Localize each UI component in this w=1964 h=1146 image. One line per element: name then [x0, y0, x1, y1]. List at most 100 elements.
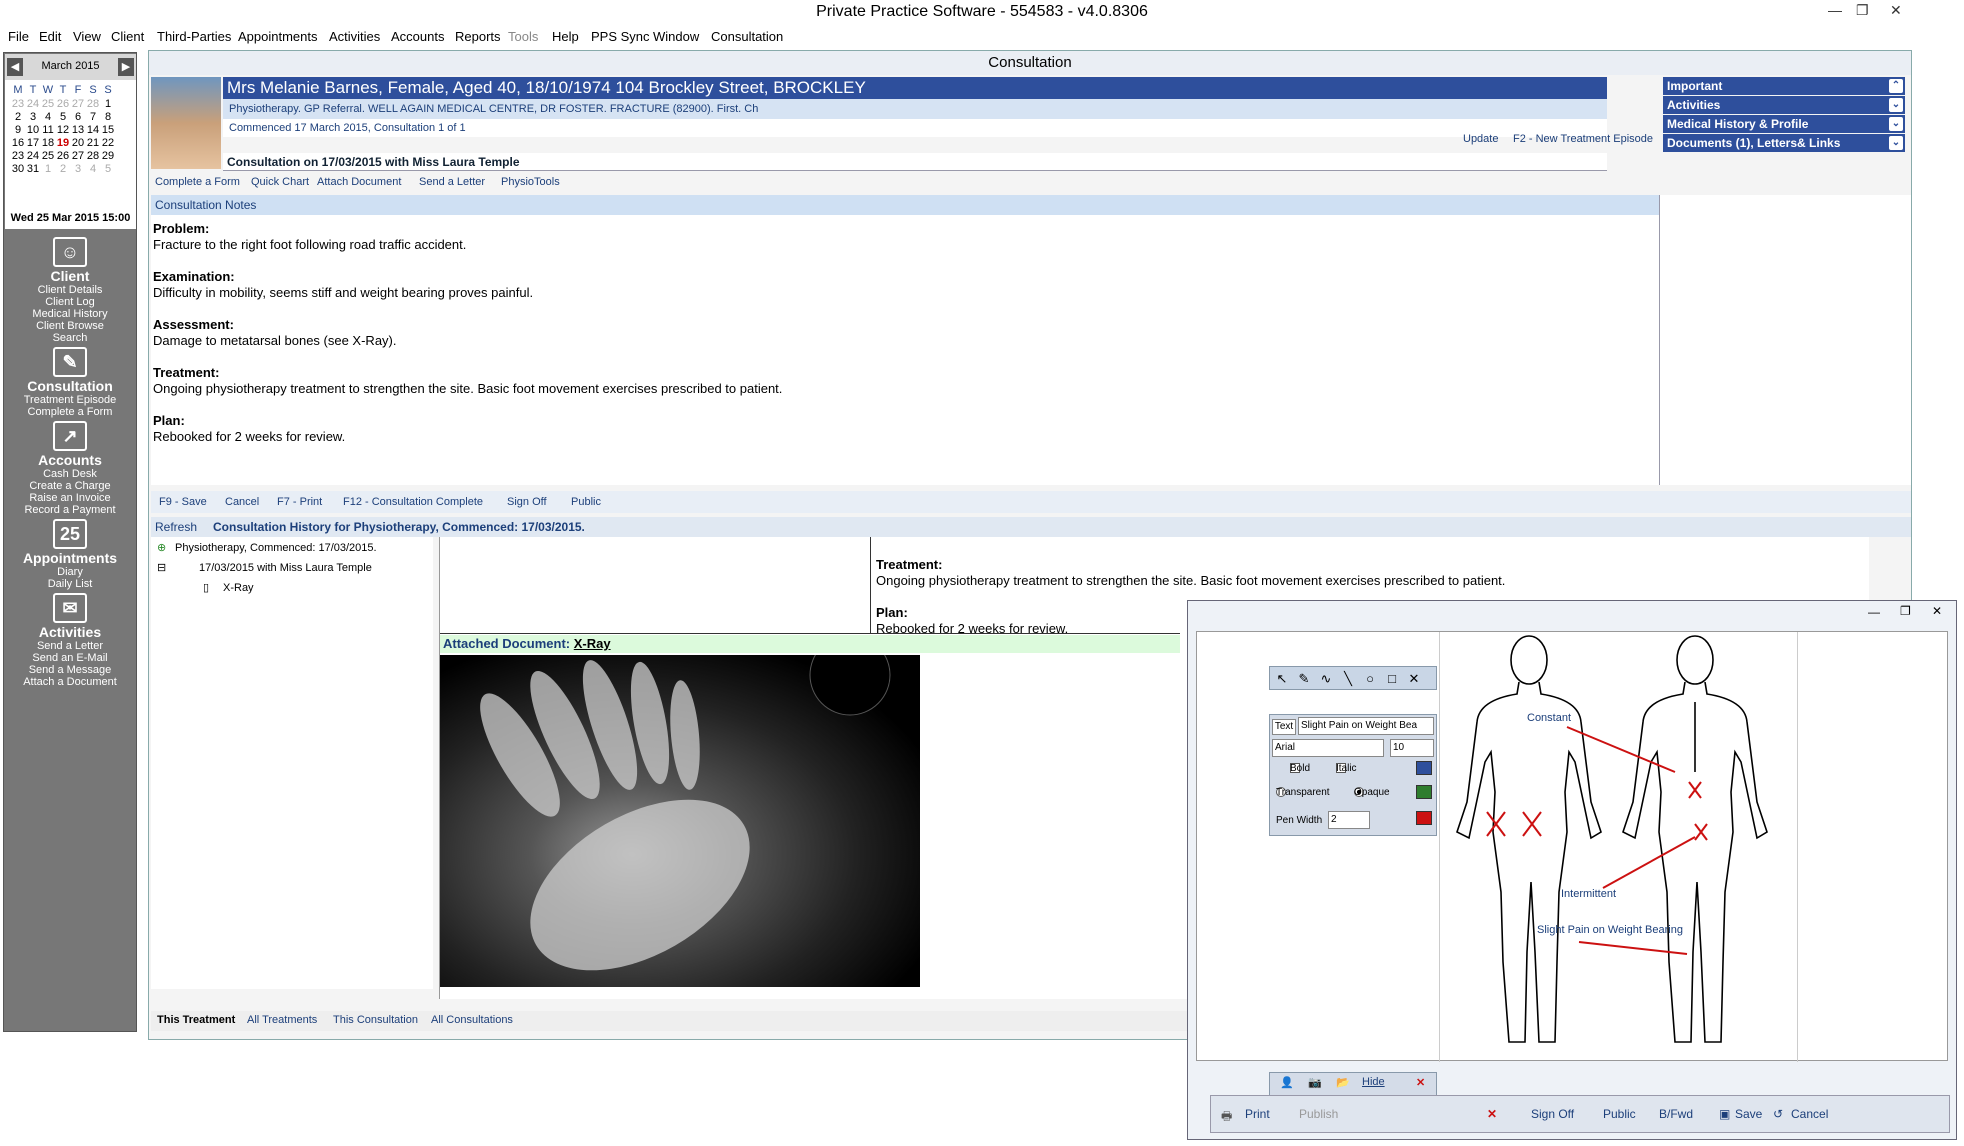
person-icon[interactable]: 👤	[1280, 1076, 1294, 1089]
freehand-icon[interactable]: ∿	[1316, 669, 1336, 689]
panel-documents[interactable]: Documents (1), Letters& Links ⌄	[1663, 134, 1905, 152]
close-icon[interactable]: ✕	[1890, 2, 1902, 19]
menu-window[interactable]: Window	[653, 29, 699, 44]
nav-client-browse[interactable]: Client Browse	[4, 320, 136, 332]
nav-client-log[interactable]: Client Log	[4, 296, 136, 308]
nav-client-title[interactable]: Client	[4, 268, 136, 284]
nav-activities[interactable]: ✉ Activities Send a Letter Send an E-Mai…	[4, 593, 136, 688]
public-button[interactable]: Public	[571, 496, 601, 508]
calendar-day[interactable]: 22	[99, 137, 117, 149]
tab-all-treatments[interactable]: All Treatments	[247, 1014, 317, 1026]
tree-episode[interactable]: Physiotherapy, Commenced: 17/03/2015.	[175, 542, 377, 554]
consultation-complete-button[interactable]: F12 - Consultation Complete	[343, 496, 483, 508]
bfwd-button[interactable]: B/Fwd	[1659, 1107, 1693, 1121]
menu-view[interactable]: View	[73, 29, 101, 44]
chevron-down-icon[interactable]: ⌄	[1889, 98, 1903, 112]
nav-appointments[interactable]: 25 Appointments Diary Daily List	[4, 519, 136, 590]
sign-off-button[interactable]: Sign Off	[1531, 1107, 1574, 1121]
annotation-constant[interactable]: Constant	[1527, 712, 1571, 724]
nav-create-charge[interactable]: Create a Charge	[4, 480, 136, 492]
cross-icon[interactable]: ✕	[1404, 669, 1424, 689]
discard-icon[interactable]: ✕	[1487, 1107, 1497, 1121]
calendar-day[interactable]: 29	[99, 150, 117, 162]
prev-month-icon[interactable]: ◀	[7, 58, 23, 76]
nav-raise-invoice[interactable]: Raise an Invoice	[4, 492, 136, 504]
print-button[interactable]: Print	[1245, 1107, 1270, 1121]
cancel-button[interactable]: Cancel	[225, 496, 259, 508]
text-color-icon[interactable]	[1416, 761, 1432, 775]
nav-search[interactable]: Search	[4, 332, 136, 344]
save-button[interactable]: F9 - Save	[159, 496, 207, 508]
nav-accounts[interactable]: ↗ Accounts Cash Desk Create a Charge Rai…	[4, 421, 136, 516]
camera-icon[interactable]: 📷	[1308, 1076, 1322, 1089]
send-letter-link[interactable]: Send a Letter	[419, 176, 485, 188]
calendar-day[interactable]: 1	[99, 98, 117, 110]
calendar-day[interactable]: 8	[99, 111, 117, 123]
menu-accounts[interactable]: Accounts	[391, 29, 444, 44]
save-button[interactable]: Save	[1735, 1107, 1762, 1121]
minimize-icon[interactable]: —	[1868, 605, 1880, 619]
nav-complete-form[interactable]: Complete a Form	[4, 406, 136, 418]
font-size-select[interactable]: 10	[1390, 739, 1434, 757]
nav-attach-document[interactable]: Attach a Document	[4, 676, 136, 688]
folder-icon[interactable]: 📂	[1336, 1076, 1350, 1089]
nav-consultation[interactable]: ✎ Consultation Treatment Episode Complet…	[4, 347, 136, 418]
restore-icon[interactable]: ❐	[1900, 604, 1911, 618]
physiotools-link[interactable]: PhysioTools	[501, 176, 560, 188]
attach-document-link[interactable]: Attach Document	[317, 176, 401, 188]
menu-edit[interactable]: Edit	[39, 29, 61, 44]
public-button[interactable]: Public	[1603, 1107, 1636, 1121]
new-treatment-episode-link[interactable]: F2 - New Treatment Episode	[1513, 133, 1653, 145]
circle-icon[interactable]: ○	[1360, 669, 1380, 689]
menu-activities[interactable]: Activities	[329, 29, 380, 44]
restore-icon[interactable]: ❐	[1856, 2, 1869, 19]
calendar-day[interactable]: 15	[99, 124, 117, 136]
pointer-icon[interactable]: ↖	[1272, 669, 1292, 689]
minimize-icon[interactable]: —	[1828, 2, 1842, 18]
tab-all-consultations[interactable]: All Consultations	[431, 1014, 513, 1026]
nav-send-email[interactable]: Send an E-Mail	[4, 652, 136, 664]
chevron-down-icon[interactable]: ⌄	[1889, 136, 1903, 150]
nav-client-details[interactable]: Client Details	[4, 284, 136, 296]
menu-help[interactable]: Help	[552, 29, 579, 44]
nav-cash-desk[interactable]: Cash Desk	[4, 468, 136, 480]
menu-third-parties[interactable]: Third-Parties	[157, 29, 231, 44]
calendar-day[interactable]: 5	[99, 163, 117, 175]
annotation-slight-pain[interactable]: Slight Pain on Weight Bearing	[1537, 924, 1683, 936]
pen-icon[interactable]: ✎	[1294, 669, 1314, 689]
complete-form-link[interactable]: Complete a Form	[155, 176, 240, 188]
tree-xray[interactable]: X-Ray	[223, 582, 254, 594]
menu-consultation[interactable]: Consultation	[711, 29, 783, 44]
attached-document-link[interactable]: X-Ray	[574, 636, 611, 651]
delete-icon[interactable]: ✕	[1416, 1076, 1425, 1089]
nav-consultation-title[interactable]: Consultation	[4, 378, 136, 394]
refresh-button[interactable]: Refresh	[155, 517, 197, 537]
nav-record-payment[interactable]: Record a Payment	[4, 504, 136, 516]
sign-off-button[interactable]: Sign Off	[507, 496, 547, 508]
menu-reports[interactable]: Reports	[455, 29, 501, 44]
tree-consultation[interactable]: 17/03/2015 with Miss Laura Temple	[199, 562, 372, 574]
print-button[interactable]: F7 - Print	[277, 496, 322, 508]
fill-color-icon[interactable]	[1416, 785, 1432, 799]
add-icon[interactable]: ⊕	[157, 541, 166, 554]
consultation-notes[interactable]: Problem: Fracture to the right foot foll…	[151, 215, 1659, 485]
update-link[interactable]: Update	[1463, 133, 1498, 145]
nav-client[interactable]: ☺ Client Client Details Client Log Medic…	[4, 237, 136, 344]
panel-important[interactable]: Important ⌃	[1663, 77, 1905, 95]
pen-color-icon[interactable]	[1416, 811, 1432, 825]
tab-this-consultation[interactable]: This Consultation	[333, 1014, 418, 1026]
line-icon[interactable]: ╲	[1338, 669, 1358, 689]
panel-medical-history[interactable]: Medical History & Profile ⌄	[1663, 115, 1905, 133]
menu-tools[interactable]: Tools	[508, 29, 538, 44]
rectangle-icon[interactable]: □	[1382, 669, 1402, 689]
menu-appointments[interactable]: Appointments	[238, 29, 318, 44]
next-month-icon[interactable]: ▶	[118, 58, 134, 76]
nav-medical-history[interactable]: Medical History	[4, 308, 136, 320]
close-icon[interactable]: ✕	[1932, 604, 1942, 618]
nav-appointments-title[interactable]: Appointments	[4, 550, 136, 566]
nav-daily-list[interactable]: Daily List	[4, 578, 136, 590]
publish-button[interactable]: Publish	[1299, 1107, 1338, 1121]
nav-send-letter[interactable]: Send a Letter	[4, 640, 136, 652]
nav-accounts-title[interactable]: Accounts	[4, 452, 136, 468]
quick-chart-link[interactable]: Quick Chart	[251, 176, 309, 188]
